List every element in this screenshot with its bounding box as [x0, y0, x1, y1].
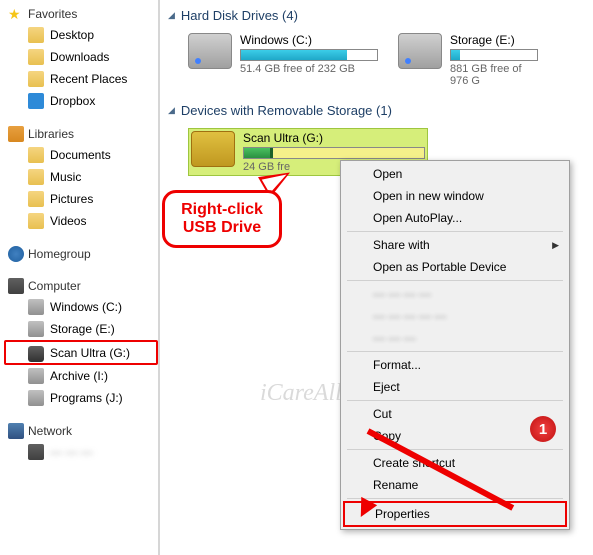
- menu-item-blurred[interactable]: — — — — —: [343, 305, 567, 327]
- sidebar-item-music[interactable]: Music: [4, 166, 158, 188]
- drive-icon: [28, 368, 44, 384]
- network-header[interactable]: Network: [4, 421, 158, 441]
- navigation-pane: ★ Favorites Desktop Downloads Recent Pla…: [0, 0, 160, 555]
- drive-icon: [28, 346, 44, 362]
- menu-item-open-new-window[interactable]: Open in new window: [343, 185, 567, 207]
- sidebar-item-storage-e[interactable]: Storage (E:): [4, 318, 158, 340]
- menu-item-blurred[interactable]: — — —: [343, 327, 567, 349]
- favorites-header[interactable]: ★ Favorites: [4, 4, 158, 24]
- sidebar-item-documents[interactable]: Documents: [4, 144, 158, 166]
- libraries-icon: [8, 126, 24, 142]
- computer-icon: [28, 444, 44, 460]
- homegroup-group: Homegroup: [4, 244, 158, 264]
- libraries-group: Libraries Documents Music Pictures Video…: [4, 124, 158, 232]
- menu-separator: [347, 400, 563, 401]
- favorites-label: Favorites: [28, 7, 77, 21]
- hdd-icon: [398, 33, 442, 69]
- drive-icon: [28, 321, 44, 337]
- desktop-icon: [28, 27, 44, 43]
- drive-icon: [28, 299, 44, 315]
- recent-places-icon: [28, 71, 44, 87]
- homegroup-icon: [8, 246, 24, 262]
- sidebar-item-programs-j[interactable]: Programs (J:): [4, 387, 158, 409]
- menu-separator: [347, 498, 563, 499]
- usage-bar: [450, 49, 538, 61]
- homegroup-label: Homegroup: [28, 247, 91, 261]
- menu-item-share-with[interactable]: Share with▶: [343, 234, 567, 256]
- sidebar-item-downloads[interactable]: Downloads: [4, 46, 158, 68]
- homegroup-header[interactable]: Homegroup: [4, 244, 158, 264]
- network-group: Network — — —: [4, 421, 158, 463]
- hdd-drives-row: Windows (C:) 51.4 GB free of 232 GB Stor…: [188, 33, 585, 87]
- computer-icon: [8, 278, 24, 294]
- sidebar-item-recent-places[interactable]: Recent Places: [4, 68, 158, 90]
- instruction-callout: Right-click USB Drive: [162, 190, 282, 248]
- menu-item-create-shortcut[interactable]: Create shortcut: [343, 452, 567, 474]
- drive-tile-storage-e[interactable]: Storage (E:) 881 GB free of 976 G: [398, 33, 538, 87]
- sidebar-item-network-pc[interactable]: — — —: [4, 441, 158, 463]
- documents-icon: [28, 147, 44, 163]
- libraries-label: Libraries: [28, 127, 74, 141]
- usb-drive-icon: [191, 131, 235, 167]
- collapse-triangle-icon: ◢: [168, 105, 175, 116]
- menu-item-eject[interactable]: Eject: [343, 376, 567, 398]
- favorites-group: ★ Favorites Desktop Downloads Recent Pla…: [4, 4, 158, 112]
- sidebar-item-dropbox[interactable]: Dropbox: [4, 90, 158, 112]
- hdd-icon: [188, 33, 232, 69]
- videos-icon: [28, 213, 44, 229]
- menu-separator: [347, 351, 563, 352]
- sidebar-item-windows-c[interactable]: Windows (C:): [4, 296, 158, 318]
- network-icon: [8, 423, 24, 439]
- computer-header[interactable]: Computer: [4, 276, 158, 296]
- step-badge-1: 1: [530, 416, 556, 442]
- menu-separator: [347, 280, 563, 281]
- menu-separator: [347, 231, 563, 232]
- menu-item-open-portable[interactable]: Open as Portable Device: [343, 256, 567, 278]
- favorites-star-icon: ★: [8, 6, 24, 22]
- pictures-icon: [28, 191, 44, 207]
- drive-tile-windows-c[interactable]: Windows (C:) 51.4 GB free of 232 GB: [188, 33, 378, 87]
- menu-item-format[interactable]: Format...: [343, 354, 567, 376]
- menu-separator: [347, 449, 563, 450]
- computer-group: Computer Windows (C:) Storage (E:) Scan …: [4, 276, 158, 409]
- downloads-icon: [28, 49, 44, 65]
- network-label: Network: [28, 424, 72, 438]
- music-icon: [28, 169, 44, 185]
- drive-icon: [28, 390, 44, 406]
- usage-bar: [240, 49, 378, 61]
- sidebar-item-desktop[interactable]: Desktop: [4, 24, 158, 46]
- libraries-header[interactable]: Libraries: [4, 124, 158, 144]
- hdd-section-header[interactable]: ◢ Hard Disk Drives (4): [168, 4, 585, 27]
- usage-bar: [243, 147, 425, 159]
- dropbox-icon: [28, 93, 44, 109]
- sidebar-item-archive-i[interactable]: Archive (I:): [4, 365, 158, 387]
- submenu-arrow-icon: ▶: [552, 240, 559, 251]
- sidebar-item-pictures[interactable]: Pictures: [4, 188, 158, 210]
- collapse-triangle-icon: ◢: [168, 10, 175, 21]
- computer-label: Computer: [28, 279, 81, 293]
- removable-section-header[interactable]: ◢ Devices with Removable Storage (1): [168, 99, 585, 122]
- sidebar-item-scan-ultra-g[interactable]: Scan Ultra (G:): [4, 340, 158, 365]
- menu-item-open-autoplay[interactable]: Open AutoPlay...: [343, 207, 567, 229]
- menu-item-open[interactable]: Open: [343, 163, 567, 185]
- menu-item-blurred[interactable]: — — — —: [343, 283, 567, 305]
- sidebar-item-videos[interactable]: Videos: [4, 210, 158, 232]
